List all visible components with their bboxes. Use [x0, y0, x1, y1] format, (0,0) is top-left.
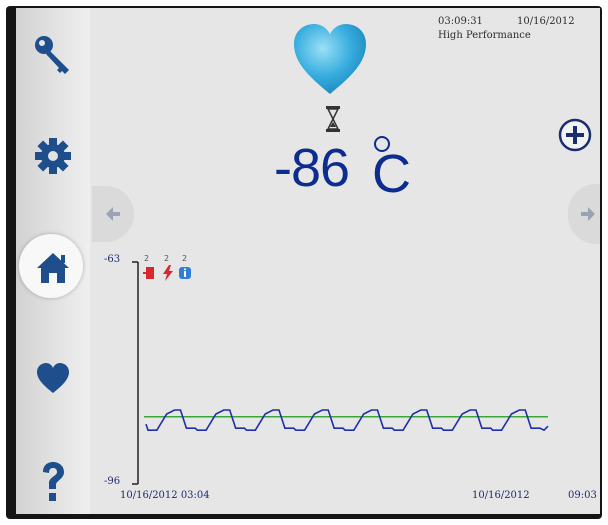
gear-icon	[35, 138, 71, 174]
x-axis-start-label: 10/16/2012 03:04	[120, 490, 210, 501]
key-icon	[35, 36, 69, 74]
home-icon	[37, 253, 69, 283]
x-axis-end-date-label: 10/16/2012	[472, 490, 530, 501]
question-icon	[43, 462, 64, 501]
sidebar-item-key[interactable]	[21, 22, 85, 86]
sidebar-item-help[interactable]	[21, 450, 85, 514]
sidebar-item-home[interactable]	[19, 234, 85, 300]
heart-icon	[37, 363, 69, 393]
x-axis-end-time-label: 09:03	[568, 490, 597, 501]
sidebar-item-settings[interactable]	[21, 124, 85, 188]
sidebar	[16, 8, 90, 514]
main-panel: 03:09:31 10/16/2012 High Performance -86…	[90, 8, 600, 514]
temperature-trend-chart	[132, 261, 549, 485]
temperature-series-line	[145, 409, 549, 432]
sidebar-item-health[interactable]	[21, 346, 85, 410]
